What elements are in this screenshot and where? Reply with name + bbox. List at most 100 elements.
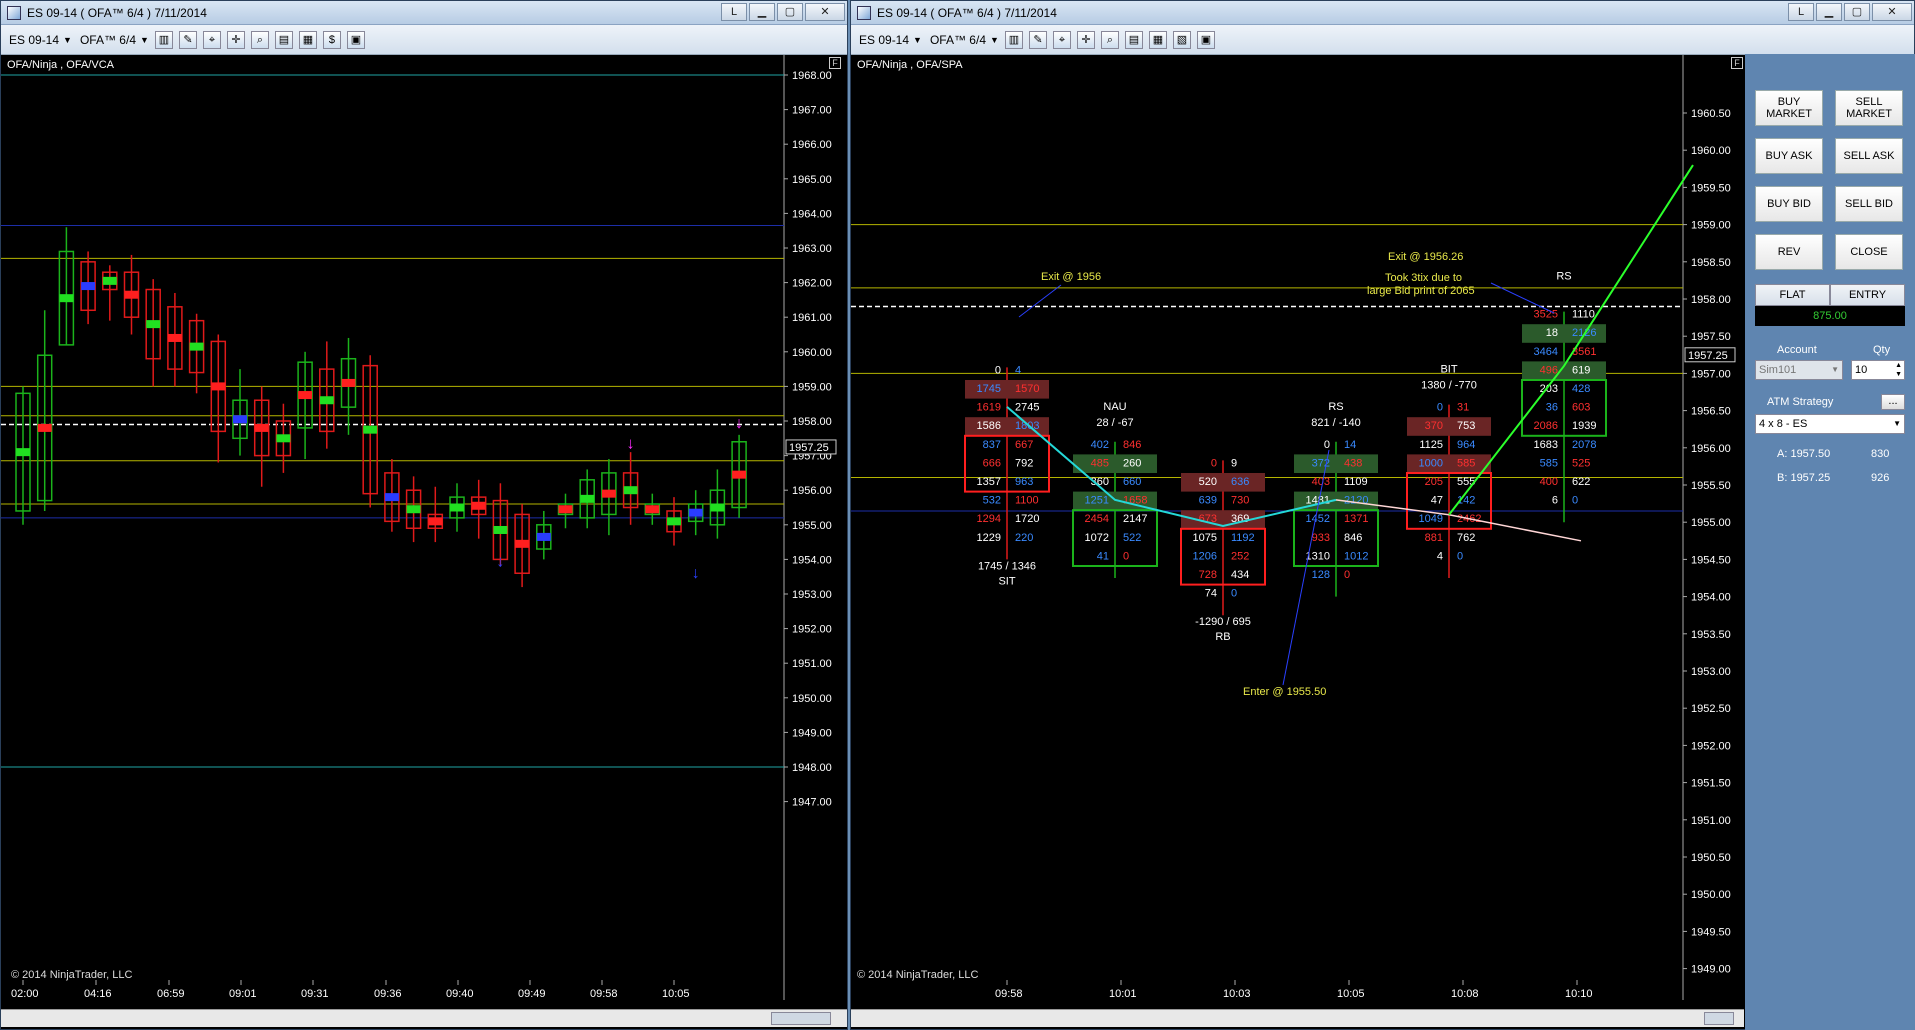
- drawing-tool-icon[interactable]: ⌖: [202, 30, 221, 49]
- chart-options-icon[interactable]: F: [1731, 57, 1743, 69]
- buy-bid-button[interactable]: BUY BID: [1755, 186, 1823, 222]
- dollar-icon[interactable]: $: [322, 30, 341, 49]
- properties-icon[interactable]: ▣: [1196, 30, 1215, 49]
- bar-delta: 28 / -67: [1096, 417, 1133, 429]
- right-toolbar: ES 09-14 ▼ OFA™ 6/4 ▼ ▥ ✎ ⌖ ✛ ⌕ ▤ ▦ ▧ ▣: [851, 25, 1914, 55]
- chart-options-icon[interactable]: F: [829, 57, 841, 69]
- sell-ask-button[interactable]: SELL ASK: [1835, 138, 1903, 174]
- price-tick-label: 1950.00: [1691, 889, 1731, 901]
- footprint-bid-value: 496: [1540, 364, 1558, 376]
- buy-market-button[interactable]: BUY MARKET: [1755, 90, 1823, 126]
- bid-price: B: 1957.25: [1777, 472, 1831, 484]
- footprint-bid-value: 1251: [1085, 495, 1109, 507]
- bar-delta: 821 / -140: [1311, 417, 1361, 429]
- crosshair-icon[interactable]: ✛: [1076, 30, 1095, 49]
- footprint-ask-value: 619: [1572, 364, 1590, 376]
- footprint-bid-value: 585: [1540, 457, 1558, 469]
- buy-ask-button[interactable]: BUY ASK: [1755, 138, 1823, 174]
- flat-status[interactable]: FLAT: [1755, 284, 1830, 306]
- close-position-button[interactable]: CLOSE: [1835, 234, 1903, 270]
- footprint-ask-value: 1192: [1231, 532, 1255, 544]
- properties-icon[interactable]: ▣: [346, 30, 365, 49]
- footprint-ask-value: 0: [1572, 495, 1578, 507]
- maximize-icon[interactable]: ▢: [777, 3, 803, 21]
- footprint-bid-value: 402: [1091, 439, 1109, 451]
- price-tick-label: 1956.00: [792, 485, 832, 497]
- entry-status[interactable]: ENTRY: [1830, 284, 1905, 306]
- footprint-bid-value: 403: [1312, 476, 1330, 488]
- close-icon[interactable]: ✕: [805, 3, 845, 21]
- horizontal-scrollbar[interactable]: [851, 1009, 1744, 1027]
- instrument-selector[interactable]: ES 09-14 ▼: [859, 33, 922, 47]
- right-chart[interactable]: 1960.50 1960.00 1959.50 1959.00 1958.50 1958.…: [851, 55, 1744, 1029]
- price-marker: 1957.25: [1688, 350, 1728, 362]
- minimize-icon[interactable]: ▁: [1816, 3, 1842, 21]
- minimize-icon[interactable]: ▁: [749, 3, 775, 21]
- qty-stepper[interactable]: 10 ▲ ▼: [1851, 360, 1905, 380]
- time-tick-label: 09:01: [229, 988, 257, 1000]
- account-select[interactable]: Sim101 ▼: [1755, 360, 1843, 380]
- crosshair-icon[interactable]: ✛: [226, 30, 245, 49]
- pencil-icon[interactable]: ✎: [1028, 30, 1047, 49]
- strategies-icon[interactable]: ▧: [1172, 30, 1191, 49]
- footprint-bid-value: 881: [1425, 532, 1443, 544]
- poc-marker: [471, 501, 486, 510]
- close-icon[interactable]: ✕: [1872, 3, 1912, 21]
- period-selector[interactable]: OFA™ 6/4 ▼: [80, 33, 149, 47]
- footprint-ask-value: 428: [1572, 383, 1590, 395]
- bar-type-icon[interactable]: ▥: [154, 30, 173, 49]
- atm-options-button[interactable]: ...: [1881, 394, 1905, 410]
- left-titlebar[interactable]: ES 09-14 ( OFA™ 6/4 ) 7/11/2014 L ▁ ▢ ✕: [1, 1, 847, 25]
- stepper-arrows-icon[interactable]: ▲ ▼: [1895, 361, 1902, 379]
- footprint-bid-value: 18: [1546, 327, 1558, 339]
- left-chart[interactable]: 1968.00 1967.00 1966.00 1965.00 1964.00 1963.…: [1, 55, 847, 1027]
- poc-marker: [319, 396, 334, 405]
- footprint-bid-value: 1125: [1419, 439, 1443, 451]
- time-tick-label: 09:36: [374, 988, 402, 1000]
- reverse-button[interactable]: REV: [1755, 234, 1823, 270]
- link-button[interactable]: L: [721, 3, 747, 21]
- poc-marker: [428, 517, 443, 526]
- footprint-bid-value: 1745: [977, 383, 1001, 395]
- bar-label: BIT: [1440, 364, 1457, 376]
- drawing-tool-icon[interactable]: ⌖: [1052, 30, 1071, 49]
- copyright: © 2014 NinjaTrader, LLC: [11, 969, 133, 981]
- footprint-bid-value: 400: [1540, 476, 1558, 488]
- horizontal-scrollbar[interactable]: [1, 1009, 847, 1027]
- chart-trader-icon[interactable]: ▤: [1124, 30, 1143, 49]
- zoom-icon[interactable]: ⌕: [1100, 30, 1119, 49]
- annotation-exit-1: Exit @ 1956: [1041, 271, 1101, 283]
- maximize-icon[interactable]: ▢: [1844, 3, 1870, 21]
- sell-bid-button[interactable]: SELL BID: [1835, 186, 1903, 222]
- zoom-icon[interactable]: ⌕: [250, 30, 269, 49]
- footprint-ask-value: 555: [1457, 476, 1475, 488]
- pencil-icon[interactable]: ✎: [178, 30, 197, 49]
- poc-marker: [124, 290, 139, 299]
- bar-label: RS: [1328, 401, 1343, 413]
- footprint-bid-value: 837: [983, 439, 1001, 451]
- bar-delta: 1380 / -770: [1421, 380, 1477, 392]
- price-tick-label: 1951.00: [1691, 815, 1731, 827]
- sell-market-button[interactable]: SELL MARKET: [1835, 90, 1903, 126]
- bar-delta: -1290 / 695: [1195, 616, 1251, 628]
- footprint-ask-value: 667: [1015, 439, 1033, 451]
- link-button[interactable]: L: [1788, 3, 1814, 21]
- ask-size: 830: [1871, 448, 1890, 460]
- indicators-icon[interactable]: ▤: [274, 30, 293, 49]
- instrument-selector[interactable]: ES 09-14 ▼: [9, 33, 72, 47]
- strategies-icon[interactable]: ▦: [298, 30, 317, 49]
- indicators-icon[interactable]: ▦: [1148, 30, 1167, 49]
- poc-marker: [558, 505, 573, 514]
- poc-marker: [211, 382, 226, 391]
- right-titlebar[interactable]: ES 09-14 ( OFA™ 6/4 ) 7/11/2014 L ▁ ▢ ✕: [851, 1, 1914, 25]
- atm-strategy-select[interactable]: 4 x 8 - ES ▼: [1755, 414, 1905, 434]
- bar-type-icon[interactable]: ▥: [1004, 30, 1023, 49]
- pnl-display: 875.00: [1755, 306, 1905, 326]
- footprint-ask-value: 622: [1572, 476, 1590, 488]
- footprint-bid-value: 933: [1312, 532, 1330, 544]
- qty-label: Qty: [1873, 344, 1891, 356]
- price-tick-label: 1954.00: [1691, 592, 1731, 604]
- period-selector[interactable]: OFA™ 6/4 ▼: [930, 33, 999, 47]
- poc-marker: [276, 434, 291, 443]
- price-tick-label: 1958.00: [792, 416, 832, 428]
